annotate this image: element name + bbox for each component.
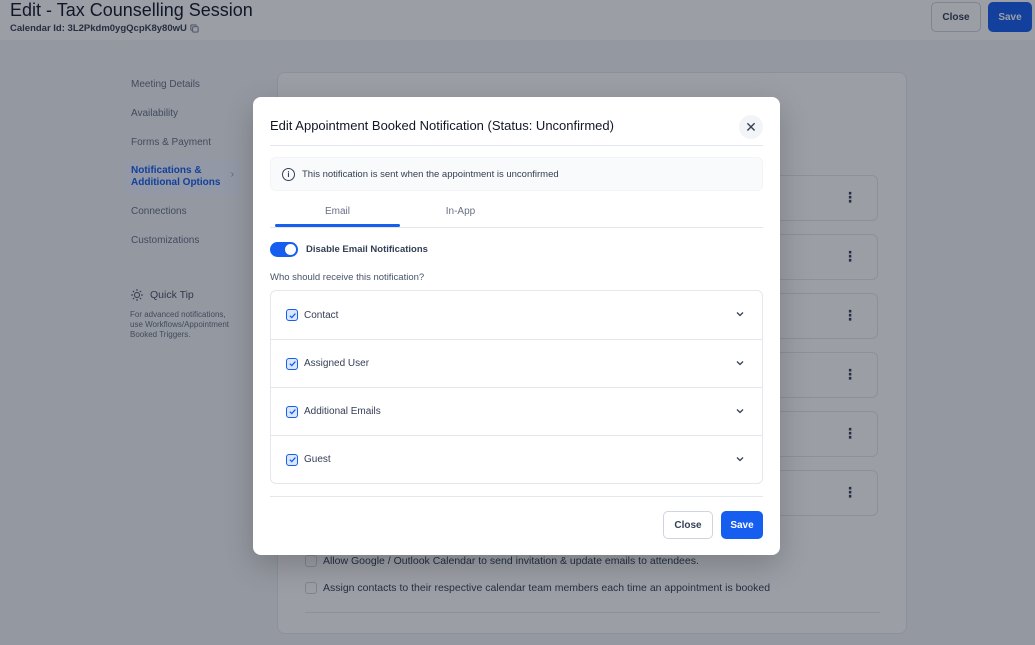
tab-in-app[interactable]: In-App [398, 197, 523, 225]
tabs-divider [270, 227, 763, 228]
chevron-down-icon[interactable] [735, 309, 745, 319]
checkbox-checked-icon[interactable] [286, 453, 298, 466]
recipient-label: Assigned User [304, 358, 370, 369]
close-icon[interactable]: ✕ [739, 115, 763, 139]
modal-close-button[interactable]: Close [663, 511, 713, 539]
disable-email-label: Disable Email Notifications [306, 244, 428, 255]
recipient-label: Guest [304, 454, 331, 465]
recipients-heading: Who should receive this notification? [270, 272, 425, 283]
modal-title: Edit Appointment Booked Notification (St… [270, 118, 614, 133]
chevron-down-icon[interactable] [735, 358, 745, 368]
tab-email[interactable]: Email [275, 197, 400, 227]
checkbox-checked-icon[interactable] [286, 357, 298, 370]
info-text: This notification is sent when the appoi… [302, 168, 559, 180]
recipient-label: Additional Emails [304, 406, 381, 417]
recipient-label: Contact [304, 309, 339, 321]
recipient-row-assigned-user[interactable]: Assigned User [271, 339, 762, 387]
disable-email-toggle[interactable] [270, 242, 298, 257]
chevron-down-icon[interactable] [735, 454, 745, 464]
chevron-down-icon[interactable] [735, 406, 745, 416]
info-banner: i This notification is sent when the app… [270, 157, 763, 191]
recipients-list: Contact Assigned User Additional Emails … [270, 290, 763, 484]
info-icon: i [282, 167, 295, 181]
recipient-row-contact[interactable]: Contact [271, 291, 762, 339]
edit-notification-modal: Edit Appointment Booked Notification (St… [253, 97, 780, 555]
recipient-row-additional-emails[interactable]: Additional Emails [271, 387, 762, 435]
checkbox-checked-icon[interactable] [286, 405, 298, 418]
divider [270, 145, 763, 146]
recipient-row-guest[interactable]: Guest [271, 435, 762, 483]
divider [270, 496, 763, 497]
modal-save-button[interactable]: Save [721, 511, 763, 539]
checkbox-checked-icon[interactable] [286, 309, 298, 321]
